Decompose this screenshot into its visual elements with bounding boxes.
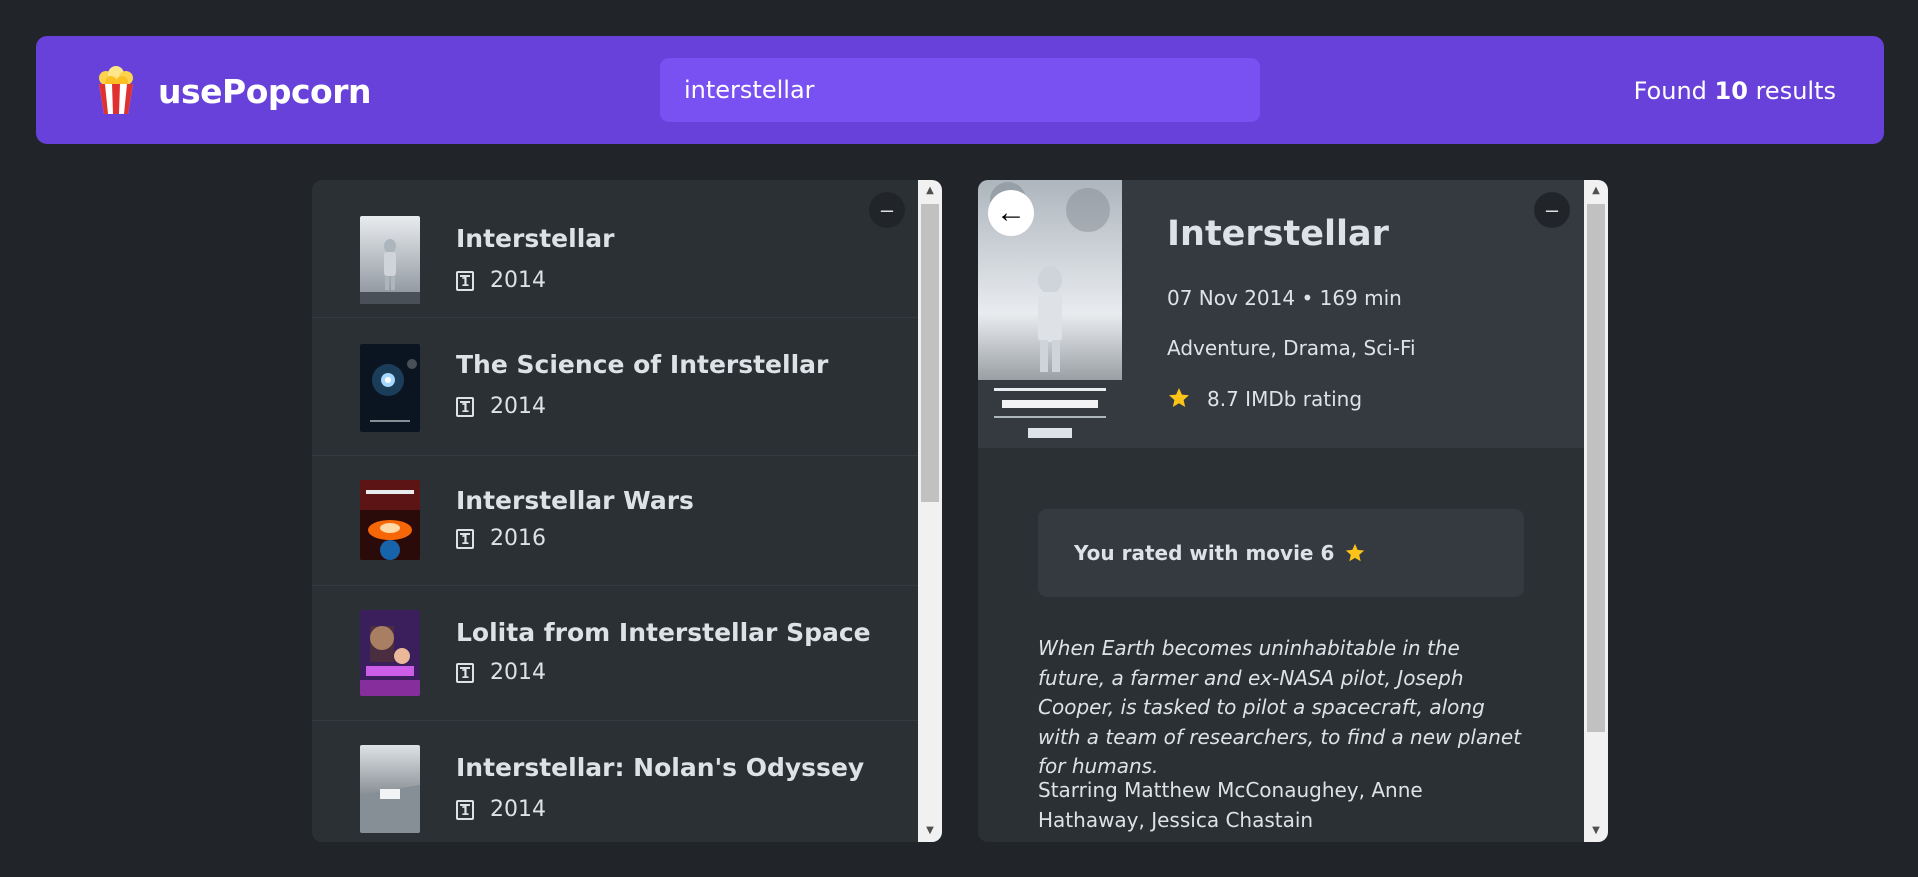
movie-details-box: – ← Interstellar 07 Nov 2014 • 169 min A… [978, 180, 1608, 842]
scroll-down-arrow-icon[interactable]: ▼ [918, 820, 942, 842]
movie-year: 2014 [456, 268, 546, 293]
movie-list-item[interactable]: Interstellar: Nolan's Odyssey 2014 [312, 721, 918, 842]
movie-year: 2016 [456, 526, 546, 551]
movie-year-value: 2014 [490, 268, 546, 293]
results-prefix: Found [1633, 77, 1707, 105]
movie-poster [360, 610, 420, 696]
movie-list-item[interactable]: Interstellar Wars 2016 [312, 456, 918, 586]
user-rating-box: You rated with movie 6 [1038, 509, 1524, 597]
movie-year: 2014 [456, 394, 546, 419]
movie-list-item[interactable]: Interstellar 2014 [312, 180, 918, 318]
movie-list: Interstellar 2014 The Science of Interst… [312, 180, 918, 842]
search-input[interactable] [660, 58, 1260, 122]
scroll-thumb[interactable] [1587, 204, 1605, 732]
back-button[interactable]: ← [988, 190, 1034, 236]
movie-list-item[interactable]: Lolita from Interstellar Space 2014 [312, 586, 918, 721]
calendar-icon [456, 528, 474, 549]
star-icon [1346, 543, 1365, 562]
movie-poster [360, 480, 420, 560]
movie-title: Lolita from Interstellar Space [456, 618, 871, 647]
movie-list-item[interactable]: The Science of Interstellar 2014 [312, 318, 918, 456]
scroll-thumb[interactable] [921, 204, 939, 502]
movie-year: 2014 [456, 660, 546, 685]
movie-year: 2014 [456, 797, 546, 822]
movie-poster [360, 344, 420, 432]
scroll-up-arrow-icon[interactable]: ▲ [918, 180, 942, 202]
movie-starring: Starring Matthew McConaughey, Anne Hatha… [1038, 778, 1423, 832]
scroll-down-arrow-icon[interactable]: ▼ [1584, 820, 1608, 842]
imdb-rating-text: 8.7 IMDb rating [1207, 387, 1363, 411]
navbar: usePopcorn Found 10 results [36, 36, 1884, 144]
movie-title: Interstellar: Nolan's Odyssey [456, 753, 865, 782]
collapse-details-button[interactable]: – [1534, 192, 1570, 228]
movie-year-value: 2016 [490, 526, 546, 551]
movie-title: Interstellar [1167, 214, 1389, 254]
details-scrollbar[interactable]: ▲ ▼ [1584, 180, 1608, 842]
details-header: ← Interstellar 07 Nov 2014 • 169 min Adv… [978, 180, 1584, 448]
movie-year-value: 2014 [490, 394, 546, 419]
app-name: usePopcorn [158, 71, 372, 111]
user-rating: You rated with movie 6 [1074, 509, 1366, 597]
results-count: Found 10 results [1634, 66, 1836, 116]
star-icon [1169, 388, 1189, 407]
calendar-icon [456, 396, 474, 417]
movie-title: Interstellar [456, 224, 615, 253]
scroll-up-arrow-icon[interactable]: ▲ [1584, 180, 1608, 202]
movie-poster [360, 216, 420, 304]
collapse-list-button[interactable]: – [869, 192, 905, 228]
list-scrollbar[interactable]: ▲ ▼ [918, 180, 942, 842]
calendar-icon [456, 662, 474, 683]
movie-plot: When Earth becomes uninhabitable in the … [1038, 636, 1522, 778]
movie-poster [360, 745, 420, 833]
user-rating-text: You rated with movie 6 [1074, 541, 1335, 565]
logo: usePopcorn [96, 66, 372, 116]
genres: Adventure, Drama, Sci-Fi [1167, 336, 1416, 360]
results-suffix: results [1755, 77, 1836, 105]
results-number: 10 [1714, 77, 1748, 105]
calendar-icon [456, 799, 474, 820]
imdb-rating: 8.7 IMDb rating [1167, 386, 1362, 411]
movie-year-value: 2014 [490, 660, 546, 685]
popcorn-icon [99, 66, 133, 114]
movie-title: The Science of Interstellar [456, 350, 829, 379]
calendar-icon [456, 270, 474, 291]
movie-title: Interstellar Wars [456, 486, 694, 515]
movie-year-value: 2014 [490, 797, 546, 822]
movie-list-box: – Interstellar 2014 [312, 180, 942, 842]
release-runtime: 07 Nov 2014 • 169 min [1167, 286, 1402, 310]
